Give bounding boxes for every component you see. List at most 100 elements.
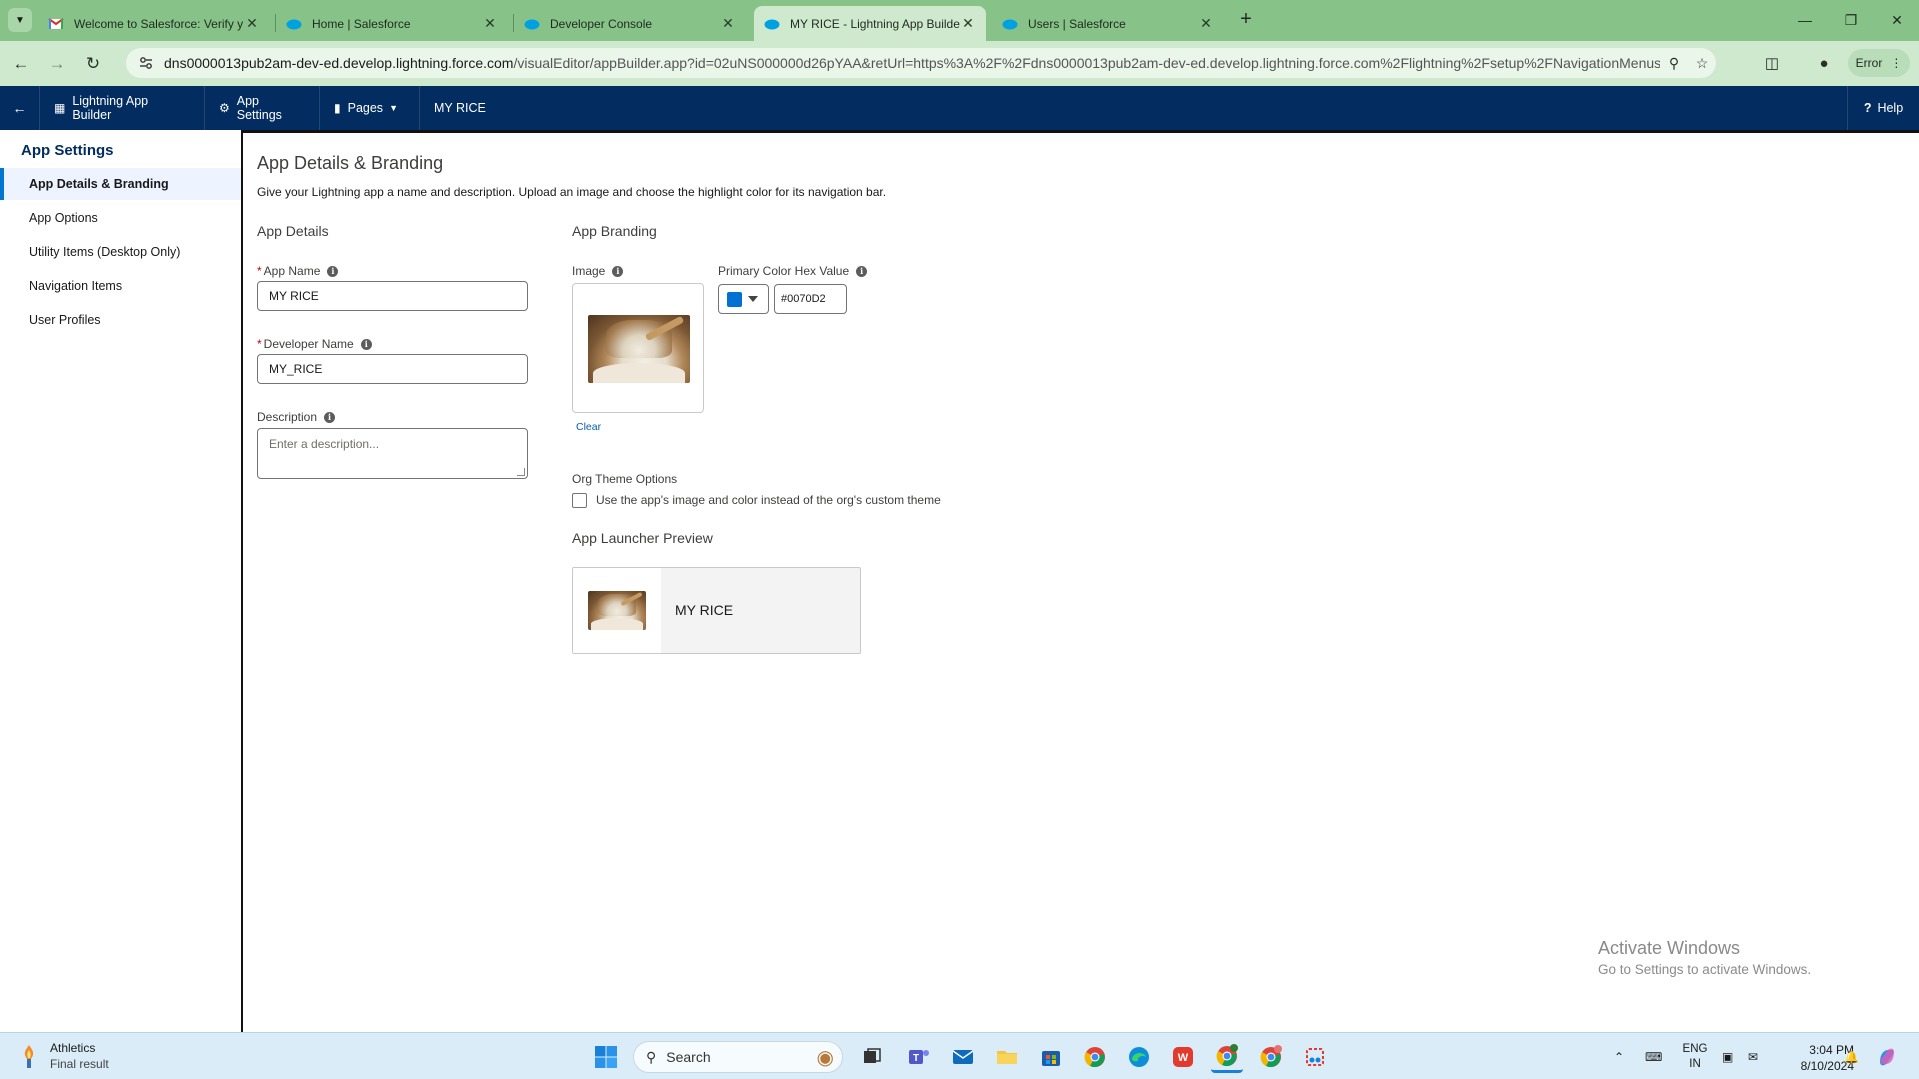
salesforce-icon — [286, 19, 302, 29]
close-icon[interactable]: ✕ — [720, 15, 736, 32]
grains-shape — [590, 618, 644, 630]
site-info-icon[interactable] — [138, 55, 154, 71]
taskbar-search[interactable]: ⚲ Search ◉ — [633, 1041, 843, 1073]
org-theme-checkbox[interactable] — [572, 493, 587, 508]
plus-icon: + — [1240, 8, 1252, 30]
sidebar-item-label: User Profiles — [29, 313, 101, 327]
gmail-icon — [48, 17, 64, 29]
info-icon[interactable]: i — [612, 265, 624, 277]
windows-taskbar: Athletics Final result ⚲ Search ◉ T W ⌃ … — [0, 1032, 1919, 1079]
mail-icon[interactable] — [947, 1041, 979, 1073]
developer-name-label-text: Developer Name — [263, 337, 354, 351]
weather-subtitle: Final result — [50, 1057, 109, 1071]
tab-title: Welcome to Salesforce: Verify y — [74, 16, 244, 31]
network-icon[interactable]: ▣ — [1722, 1033, 1733, 1079]
teams-icon[interactable]: T — [903, 1041, 935, 1073]
tab-title: Users | Salesforce — [1028, 16, 1126, 31]
back-to-setup-button[interactable]: ← — [0, 86, 40, 130]
show-hidden-icons[interactable]: ⌃ — [1614, 1033, 1624, 1079]
image-label-text: Image — [572, 264, 606, 278]
hex-color-input[interactable]: #0070D2 — [774, 284, 847, 314]
reload-button[interactable]: ↻ — [80, 51, 106, 77]
browser-tab-app-builder[interactable]: MY RICE - Lightning App Builde ✕ — [754, 6, 986, 41]
help-label: Help — [1877, 101, 1904, 115]
image-upload-box[interactable] — [572, 283, 704, 413]
close-icon[interactable]: ✕ — [482, 15, 498, 32]
rice-image-small — [588, 591, 646, 630]
volume-icon[interactable]: ✉ — [1748, 1033, 1758, 1079]
snipping-tool-icon[interactable] — [1299, 1041, 1331, 1073]
sidebar-item-app-details[interactable]: App Details & Branding — [0, 168, 241, 200]
clear-image-link[interactable]: Clear — [576, 421, 601, 433]
app-builder-icon: ▦ — [54, 101, 66, 115]
developer-name-input[interactable]: MY_RICE — [257, 354, 528, 384]
browser-tab-home[interactable]: Home | Salesforce ✕ — [276, 6, 508, 41]
rice-image — [588, 315, 690, 383]
chrome-profile-icon[interactable] — [1211, 1041, 1243, 1073]
star-icon[interactable]: ☆ — [1688, 55, 1716, 72]
description-textarea[interactable]: Enter a description... — [257, 428, 528, 479]
main-content: App Details & Branding Give your Lightni… — [243, 130, 1919, 1032]
edge-icon[interactable] — [1123, 1041, 1155, 1073]
clock[interactable]: 3:04 PM 8/10/2024 — [1774, 1042, 1854, 1074]
close-icon[interactable]: ✕ — [960, 15, 976, 32]
chevron-up-icon: ⌃ — [1614, 1049, 1625, 1064]
address-bar[interactable]: dns0000013pub2am-dev-ed.develop.lightnin… — [126, 48, 1716, 78]
windows-icon — [595, 1046, 617, 1068]
wps-office-icon[interactable]: W — [1167, 1041, 1199, 1073]
close-icon[interactable]: ✕ — [1198, 15, 1214, 32]
store-icon[interactable] — [1035, 1041, 1067, 1073]
minimize-button[interactable]: — — [1790, 8, 1820, 32]
keyboard-icon[interactable]: ⌨ — [1645, 1033, 1662, 1079]
preview-app-name: MY RICE — [675, 602, 734, 618]
copilot-icon[interactable] — [1876, 1033, 1898, 1079]
task-view-icon[interactable] — [856, 1041, 888, 1073]
sidebar-item-app-options[interactable]: App Options — [0, 202, 241, 234]
notification-icon[interactable]: 🔔 — [1844, 1033, 1859, 1079]
profile-error-chip[interactable]: Error ⋮ — [1848, 49, 1910, 77]
developer-name-label: * Developer Name i — [257, 337, 372, 351]
info-icon[interactable]: i — [360, 338, 372, 350]
watermark-line2: Go to Settings to activate Windows. — [1598, 962, 1812, 977]
help-button[interactable]: ? Help — [1847, 86, 1919, 130]
new-tab-button[interactable]: + — [1234, 8, 1258, 32]
sidebar-item-navigation-items[interactable]: Navigation Items — [0, 270, 241, 302]
clock-time: 3:04 PM — [1809, 1043, 1854, 1057]
start-button[interactable] — [590, 1041, 622, 1073]
info-icon[interactable]: i — [856, 265, 868, 277]
browser-tab-users[interactable]: Users | Salesforce ✕ — [992, 6, 1224, 41]
sidebar-item-user-profiles[interactable]: User Profiles — [0, 304, 241, 336]
pages-menu[interactable]: ▮ Pages ▼ — [320, 86, 420, 130]
sidebar-item-utility-items[interactable]: Utility Items (Desktop Only) — [0, 236, 241, 268]
avatar[interactable]: ● — [1812, 52, 1836, 76]
info-icon[interactable]: i — [324, 411, 336, 423]
app-name-label: * App Name i — [257, 264, 339, 278]
zoom-icon[interactable]: ⚲ — [1660, 55, 1688, 72]
close-window-button[interactable]: ✕ — [1882, 8, 1912, 32]
sidebar-item-label: Navigation Items — [29, 279, 123, 293]
info-icon[interactable]: i — [327, 265, 339, 277]
tab-search-button[interactable]: ▼ — [8, 8, 32, 32]
language-indicator[interactable]: ENG IN — [1680, 1042, 1710, 1072]
chrome-icon[interactable] — [1079, 1041, 1111, 1073]
app-name-input[interactable]: MY RICE — [257, 281, 528, 311]
lightning-app-builder-item[interactable]: ▦ Lightning App Builder — [40, 86, 205, 130]
browser-tab-dev-console[interactable]: Developer Console ✕ — [514, 6, 746, 41]
chrome-profile-r-icon[interactable] — [1255, 1041, 1287, 1073]
primary-color-label: Primary Color Hex Value i — [718, 264, 868, 278]
forward-button[interactable]: → — [44, 51, 70, 77]
restore-button[interactable]: ❐ — [1836, 8, 1866, 32]
color-picker-button[interactable] — [718, 284, 769, 314]
resize-handle-icon[interactable] — [517, 468, 525, 476]
back-button[interactable]: ← — [8, 51, 34, 77]
file-explorer-icon[interactable] — [991, 1041, 1023, 1073]
close-icon[interactable]: ✕ — [244, 15, 260, 32]
app-settings-item[interactable]: ⚙ App Settings — [205, 86, 320, 130]
browser-tab-gmail[interactable]: Welcome to Salesforce: Verify y ✕ — [38, 6, 270, 41]
weather-widget[interactable]: Athletics Final result — [18, 1040, 109, 1072]
extensions-icon[interactable]: ◫ — [1760, 52, 1784, 76]
hex-color-value: #0070D2 — [781, 293, 826, 305]
chevron-down-icon: ▼ — [15, 14, 25, 26]
org-theme-checkbox-label: Use the app's image and color instead of… — [596, 493, 941, 507]
description-label-text: Description — [257, 410, 318, 424]
